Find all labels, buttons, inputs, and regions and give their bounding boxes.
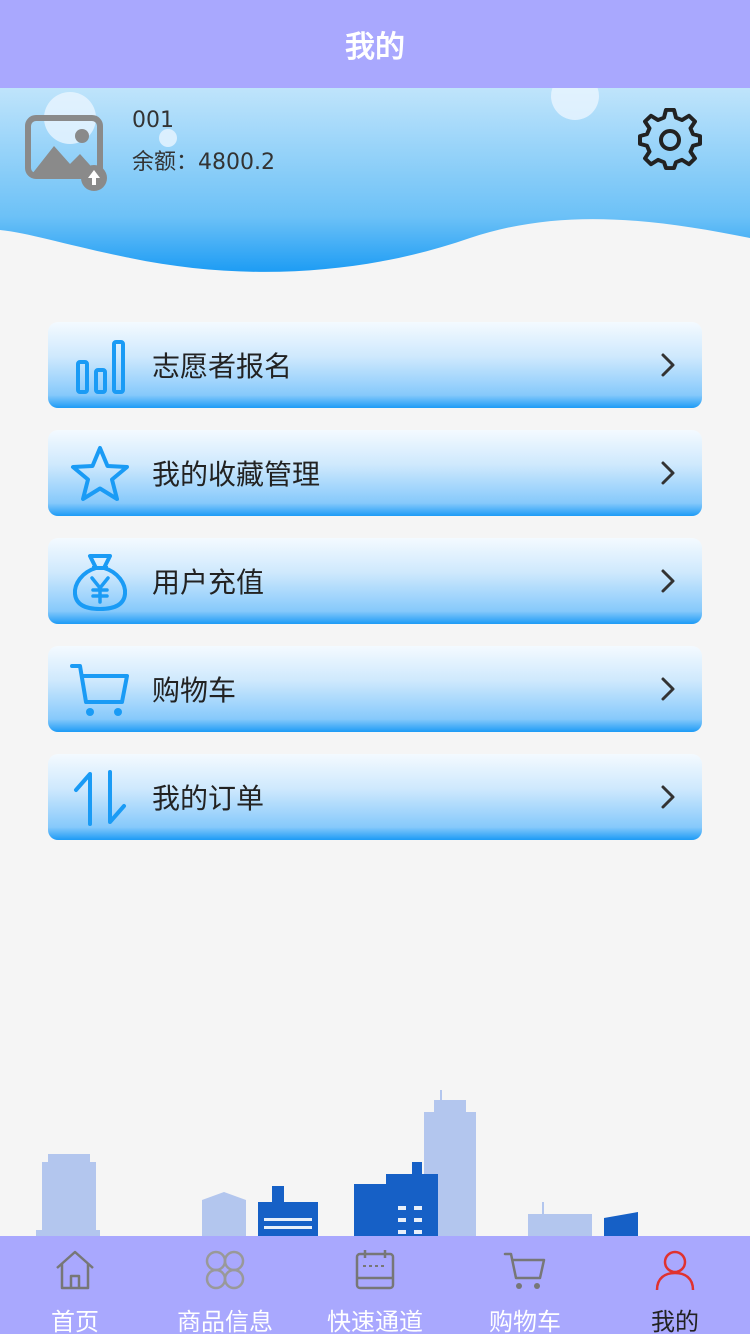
menu-item-recharge[interactable]: 用户充值 — [48, 538, 702, 624]
menu-item-cart[interactable]: 购物车 — [48, 646, 702, 732]
menu-list: 志愿者报名 我的收藏管理 用户充值 购物车 我的订单 — [48, 322, 702, 862]
profile-header: 001 余额：4800.2 — [0, 88, 750, 278]
tab-label: 快速通道 — [327, 1308, 423, 1334]
tab-mine[interactable]: 我的 — [600, 1236, 750, 1334]
balance-text: 余额：4800.2 — [132, 150, 275, 175]
avatar[interactable] — [24, 108, 110, 194]
calendar-icon — [355, 1250, 395, 1290]
menu-item-label: 用户充值 — [152, 566, 265, 599]
tab-label: 首页 — [51, 1308, 99, 1334]
gear-icon — [638, 107, 702, 171]
user-icon — [655, 1250, 695, 1291]
star-icon — [71, 446, 129, 501]
menu-item-orders[interactable]: 我的订单 — [48, 754, 702, 840]
cart-icon — [70, 664, 129, 716]
tab-label: 商品信息 — [177, 1308, 273, 1334]
menu-item-label: 我的订单 — [152, 782, 265, 815]
menu-item-label: 志愿者报名 — [152, 350, 293, 383]
tab-label: 我的 — [651, 1308, 699, 1334]
menu-item-volunteer[interactable]: 志愿者报名 — [48, 322, 702, 408]
bar-chart-icon — [76, 340, 125, 394]
chevron-right-icon — [661, 677, 675, 701]
menu-item-label: 购物车 — [152, 674, 237, 707]
chevron-right-icon — [661, 785, 675, 809]
tab-quick-access[interactable]: 快速通道 — [300, 1236, 450, 1334]
menu-item-label: 我的收藏管理 — [152, 458, 321, 491]
tab-cart[interactable]: 购物车 — [450, 1236, 600, 1334]
settings-button[interactable] — [638, 107, 702, 172]
menu-item-favorites[interactable]: 我的收藏管理 — [48, 430, 702, 516]
chevron-right-icon — [661, 353, 675, 377]
home-icon — [56, 1250, 94, 1290]
chevron-right-icon — [661, 569, 675, 593]
bottom-tab-bar: 首页 商品信息 快速通道 购物车 我的 — [0, 1236, 750, 1334]
chevron-right-icon — [661, 461, 675, 485]
grid-icon — [205, 1250, 245, 1290]
top-bar: 我的 — [0, 0, 750, 88]
sort-arrows-icon — [74, 770, 126, 826]
money-bag-icon — [72, 554, 128, 611]
city-skyline-illustration — [36, 1090, 638, 1236]
tab-label: 购物车 — [489, 1308, 561, 1334]
page-title: 我的 — [345, 30, 405, 65]
image-upload-icon — [25, 115, 107, 191]
tab-home[interactable]: 首页 — [0, 1236, 150, 1334]
user-id: 001 — [132, 108, 174, 133]
cart-icon — [503, 1252, 546, 1289]
tab-products[interactable]: 商品信息 — [150, 1236, 300, 1334]
